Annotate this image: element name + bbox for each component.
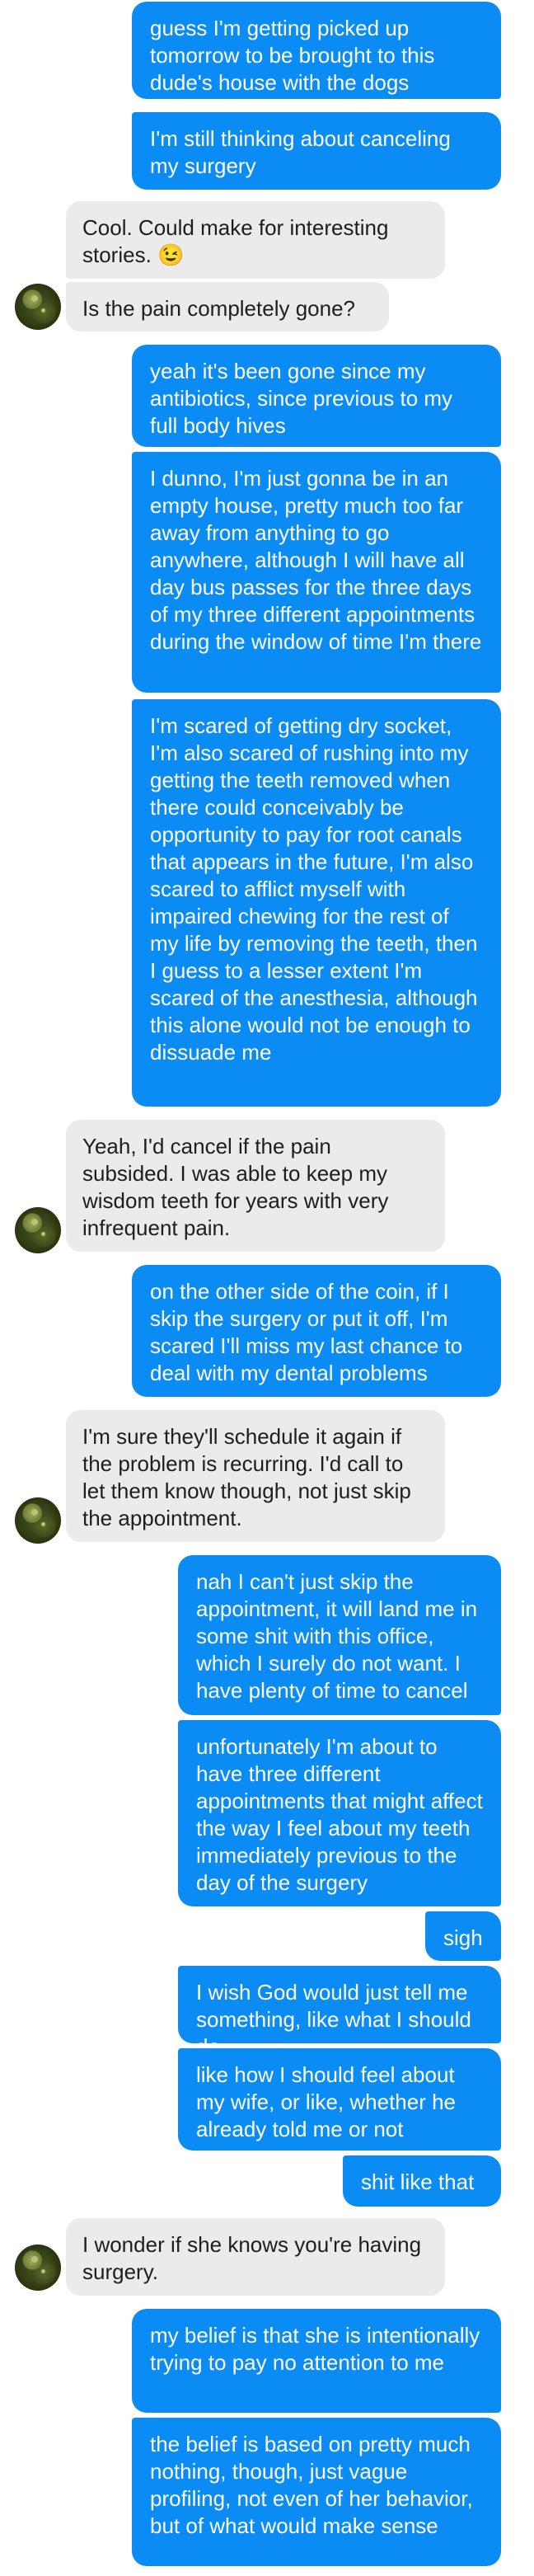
avatar-detail [41,2269,45,2273]
outgoing-message[interactable]: I dunno, I'm just gonna be in an empty h… [132,452,501,693]
outgoing-message[interactable]: I wish God would just tell me something,… [178,1966,501,2059]
avatar-detail [31,295,38,302]
avatar-detail [31,1509,38,1516]
contact-avatar[interactable] [15,1497,61,1544]
avatar-detail [41,1522,45,1526]
outgoing-message[interactable]: guess I'm getting picked up tomorrow to … [132,2,501,99]
avatar-detail [41,1232,45,1236]
outgoing-message[interactable]: like how I should feel about my wife, or… [178,2048,501,2151]
outgoing-message[interactable]: shit like that [343,2155,501,2207]
message-thread[interactable]: guess I'm getting picked up tomorrow to … [0,0,534,2576]
incoming-message[interactable]: I wonder if she knows you're having surg… [66,2218,445,2296]
incoming-message[interactable]: Yeah, I'd cancel if the pain subsided. I… [66,1120,445,1252]
outgoing-message[interactable]: on the other side of the coin, if I skip… [132,1265,501,1397]
outgoing-message[interactable]: yeah it's been gone since my antibiotics… [132,345,501,447]
outgoing-message[interactable]: my belief is that she is intentionally t… [132,2309,501,2413]
incoming-message[interactable]: Is the pain completely gone? [66,282,389,331]
incoming-message[interactable]: Cool. Could make for interesting stories… [66,201,445,279]
outgoing-message[interactable]: the belief is based on pretty much nothi… [132,2418,501,2566]
avatar-detail [31,1219,38,1225]
outgoing-message[interactable]: sigh [425,1911,501,1961]
outgoing-message[interactable]: I'm still thinking about canceling my su… [132,112,501,190]
avatar-detail [41,308,45,313]
avatar-detail [31,2256,38,2263]
contact-avatar[interactable] [15,284,61,330]
outgoing-message[interactable]: nah I can't just skip the appointment, i… [178,1555,501,1715]
contact-avatar[interactable] [15,2245,61,2291]
incoming-message[interactable]: I'm sure they'll schedule it again if th… [66,1410,445,1542]
outgoing-message[interactable]: unfortunately I'm about to have three di… [178,1720,501,1906]
contact-avatar[interactable] [15,1207,61,1253]
outgoing-message[interactable]: I'm scared of getting dry socket, I'm al… [132,699,501,1107]
